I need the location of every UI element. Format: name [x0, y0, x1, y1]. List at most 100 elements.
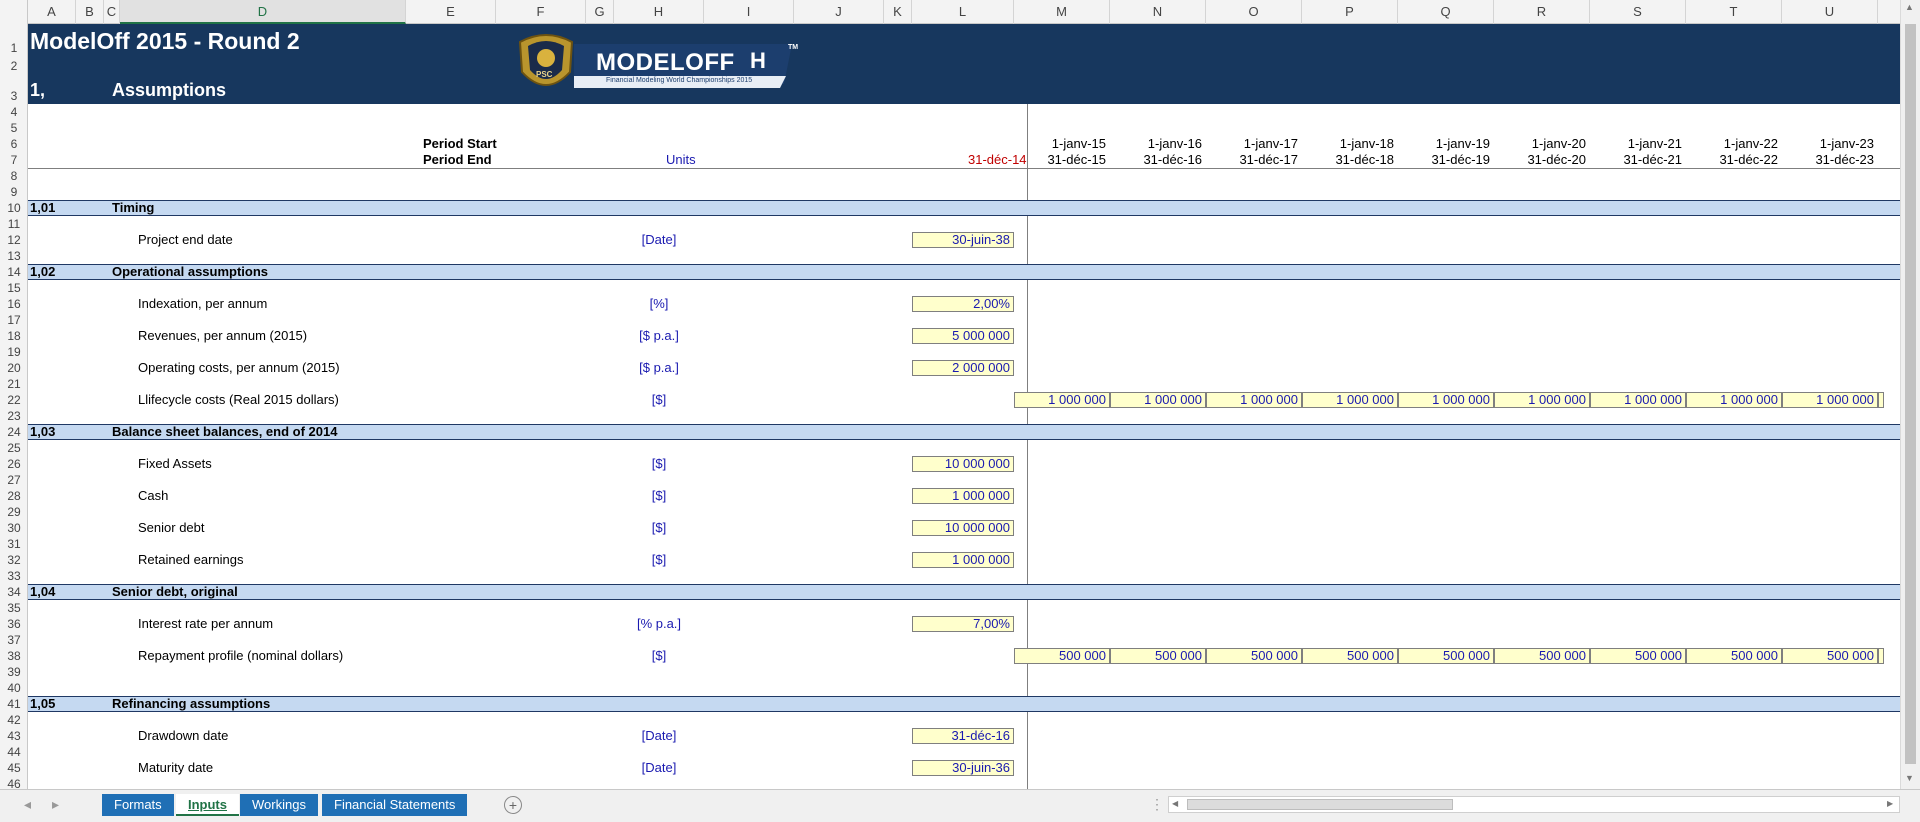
- row-header-27[interactable]: 27: [0, 472, 28, 488]
- column-header-k[interactable]: K: [884, 0, 912, 24]
- column-header-e[interactable]: E: [406, 0, 496, 24]
- lifecycle-cost-cell-overflow[interactable]: [1878, 392, 1884, 408]
- input-value-cell[interactable]: 2,00%: [912, 296, 1014, 312]
- sheet-grid[interactable]: ModelOff 2015 - Round 2 1, Assumptions P…: [28, 24, 1900, 789]
- column-header-s[interactable]: S: [1590, 0, 1686, 24]
- row-header-33[interactable]: 33: [0, 568, 28, 584]
- column-header-c[interactable]: C: [104, 0, 120, 24]
- row-header-15[interactable]: 15: [0, 280, 28, 296]
- repayment-cell-overflow[interactable]: [1878, 648, 1884, 664]
- row-header-10[interactable]: 10: [0, 200, 28, 216]
- repayment-cell[interactable]: 500 000: [1590, 648, 1686, 664]
- row-header-13[interactable]: 13: [0, 248, 28, 264]
- add-sheet-button[interactable]: +: [504, 796, 522, 814]
- lifecycle-cost-cell[interactable]: 1 000 000: [1206, 392, 1302, 408]
- lifecycle-cost-cell[interactable]: 1 000 000: [1302, 392, 1398, 408]
- row-header-19[interactable]: 19: [0, 344, 28, 360]
- column-header-o[interactable]: O: [1206, 0, 1302, 24]
- repayment-cell[interactable]: 500 000: [1686, 648, 1782, 664]
- row-header-37[interactable]: 37: [0, 632, 28, 648]
- tab-financial-statements[interactable]: Financial Statements: [322, 794, 468, 816]
- column-header-h[interactable]: H: [614, 0, 704, 24]
- input-value-cell[interactable]: 1 000 000: [912, 488, 1014, 504]
- row-header-25[interactable]: 25: [0, 440, 28, 456]
- column-header-q[interactable]: Q: [1398, 0, 1494, 24]
- lifecycle-cost-cell[interactable]: 1 000 000: [1782, 392, 1878, 408]
- column-header-u[interactable]: U: [1782, 0, 1878, 24]
- scroll-down-icon[interactable]: ▼: [1905, 773, 1914, 783]
- row-header-20[interactable]: 20: [0, 360, 28, 376]
- repayment-cell[interactable]: 500 000: [1398, 648, 1494, 664]
- row-header-38[interactable]: 38: [0, 648, 28, 664]
- column-header-a[interactable]: A: [28, 0, 76, 24]
- input-value-cell[interactable]: 5 000 000: [912, 328, 1014, 344]
- row-header-4[interactable]: 4: [0, 104, 28, 120]
- input-value-cell[interactable]: 30-juin-38: [912, 232, 1014, 248]
- column-header-n[interactable]: N: [1110, 0, 1206, 24]
- row-header-1[interactable]: 1: [0, 40, 28, 56]
- row-header-7[interactable]: 7: [0, 152, 28, 168]
- tab-formats[interactable]: Formats: [102, 794, 174, 816]
- row-header-14[interactable]: 14: [0, 264, 28, 280]
- row-header-35[interactable]: 35: [0, 600, 28, 616]
- lifecycle-cost-cell[interactable]: 1 000 000: [1590, 392, 1686, 408]
- repayment-cell[interactable]: 500 000: [1302, 648, 1398, 664]
- row-header-17[interactable]: 17: [0, 312, 28, 328]
- input-value-cell[interactable]: 10 000 000: [912, 520, 1014, 536]
- vertical-scrollbar[interactable]: ▲ ▼: [1900, 0, 1920, 789]
- input-value-cell[interactable]: 10 000 000: [912, 456, 1014, 472]
- tab-workings[interactable]: Workings: [240, 794, 318, 816]
- row-header-3[interactable]: 3: [0, 88, 28, 104]
- row-header-11[interactable]: 11: [0, 216, 28, 232]
- horizontal-scrollbar[interactable]: ◀ ▶: [1168, 796, 1900, 813]
- lifecycle-cost-cell[interactable]: 1 000 000: [1686, 392, 1782, 408]
- row-header-29[interactable]: 29: [0, 504, 28, 520]
- row-header-16[interactable]: 16: [0, 296, 28, 312]
- tab-scroll-next-icon[interactable]: ▸: [52, 796, 59, 813]
- row-header-30[interactable]: 30: [0, 520, 28, 536]
- column-header-l[interactable]: L: [912, 0, 1014, 24]
- row-header-24[interactable]: 24: [0, 424, 28, 440]
- row-header-12[interactable]: 12: [0, 232, 28, 248]
- column-header-b[interactable]: B: [76, 0, 104, 24]
- row-header-45[interactable]: 45: [0, 760, 28, 776]
- row-header-39[interactable]: 39: [0, 664, 28, 680]
- repayment-cell[interactable]: 500 000: [1494, 648, 1590, 664]
- row-header-44[interactable]: 44: [0, 744, 28, 760]
- tab-split-handle-icon[interactable]: ⋮: [1150, 796, 1164, 813]
- column-header-f[interactable]: F: [496, 0, 586, 24]
- column-header-t[interactable]: T: [1686, 0, 1782, 24]
- input-value-cell[interactable]: 7,00%: [912, 616, 1014, 632]
- input-value-cell[interactable]: 2 000 000: [912, 360, 1014, 376]
- column-header-g[interactable]: G: [586, 0, 614, 24]
- repayment-cell[interactable]: 500 000: [1782, 648, 1878, 664]
- row-header-5[interactable]: 5: [0, 120, 28, 136]
- row-header-36[interactable]: 36: [0, 616, 28, 632]
- column-header-r[interactable]: R: [1494, 0, 1590, 24]
- row-header-42[interactable]: 42: [0, 712, 28, 728]
- repayment-cell[interactable]: 500 000: [1014, 648, 1110, 664]
- vertical-scroll-thumb[interactable]: [1905, 24, 1916, 764]
- lifecycle-cost-cell[interactable]: 1 000 000: [1494, 392, 1590, 408]
- tab-inputs[interactable]: Inputs: [176, 794, 239, 816]
- lifecycle-cost-cell[interactable]: 1 000 000: [1014, 392, 1110, 408]
- row-header-8[interactable]: 8: [0, 168, 28, 184]
- input-value-cell[interactable]: 1 000 000: [912, 552, 1014, 568]
- input-value-cell[interactable]: 30-juin-36: [912, 760, 1014, 776]
- horizontal-scroll-thumb[interactable]: [1187, 799, 1453, 810]
- row-header-40[interactable]: 40: [0, 680, 28, 696]
- column-header-d[interactable]: D: [120, 0, 406, 24]
- column-header-i[interactable]: I: [704, 0, 794, 24]
- column-header-j[interactable]: J: [794, 0, 884, 24]
- lifecycle-cost-cell[interactable]: 1 000 000: [1398, 392, 1494, 408]
- tab-scroll-prev-icon[interactable]: ◂: [24, 796, 31, 813]
- row-header-9[interactable]: 9: [0, 184, 28, 200]
- row-header-32[interactable]: 32: [0, 552, 28, 568]
- repayment-cell[interactable]: 500 000: [1206, 648, 1302, 664]
- repayment-cell[interactable]: 500 000: [1110, 648, 1206, 664]
- scroll-left-icon[interactable]: ◀: [1172, 799, 1178, 808]
- column-header-m[interactable]: M: [1014, 0, 1110, 24]
- row-header-28[interactable]: 28: [0, 488, 28, 504]
- row-header-26[interactable]: 26: [0, 456, 28, 472]
- row-header-23[interactable]: 23: [0, 408, 28, 424]
